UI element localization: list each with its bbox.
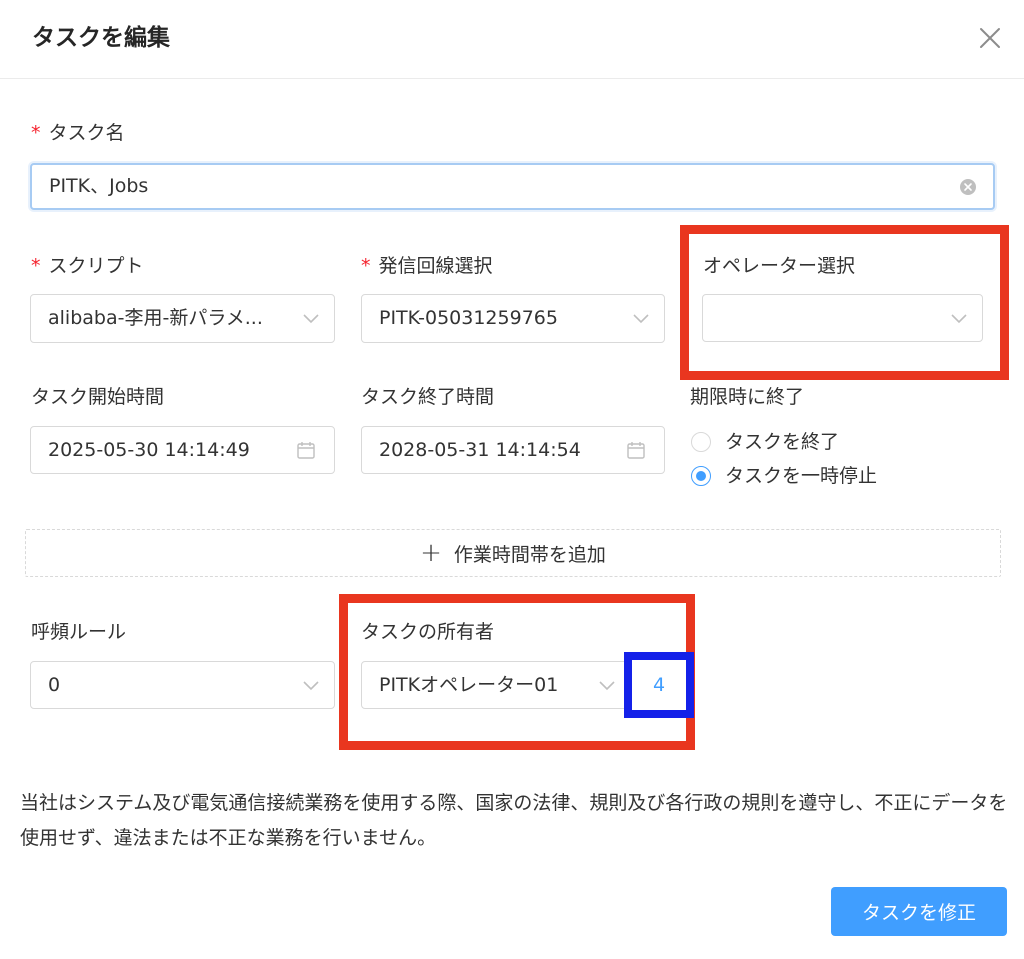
- submit-button[interactable]: タスクを修正: [831, 887, 1007, 936]
- add-work-period-label: 作業時間帯を追加: [453, 543, 606, 566]
- operator-select-label: オペレーター選択: [703, 255, 856, 277]
- radio-option-pause-task[interactable]: タスクを一時停止: [691, 462, 877, 490]
- script-value: alibaba-李用-新パラメ...: [48, 307, 263, 329]
- end-time-label: タスク終了時間: [361, 386, 495, 408]
- call-frequency-select[interactable]: 0: [30, 661, 335, 709]
- dialog-title: タスクを編集: [32, 25, 170, 51]
- task-name-input[interactable]: PITK、Jobs: [30, 163, 995, 210]
- calendar-icon: [297, 442, 315, 459]
- end-time-picker[interactable]: 2028-05-31 14:14:54: [361, 426, 665, 474]
- owner-count-badge: 4: [652, 674, 666, 696]
- task-owner-label: タスクの所有者: [361, 621, 495, 643]
- end-time-value: 2028-05-31 14:14:54: [379, 439, 581, 461]
- task-name-label-text: タスク名: [48, 122, 125, 144]
- required-mark: *: [31, 122, 41, 144]
- plus-icon: +: [420, 538, 442, 568]
- start-time-label: タスク開始時間: [31, 386, 165, 408]
- chevron-down-icon: [633, 314, 649, 324]
- radio-button[interactable]: [691, 432, 711, 452]
- task-name-value: PITK、Jobs: [49, 175, 149, 197]
- radio-option-label: タスクを一時停止: [725, 465, 878, 487]
- calendar-icon: [627, 442, 645, 459]
- line-select-value: PITK-05031259765: [379, 307, 558, 329]
- task-owner-value: PITKオペレーター01: [379, 674, 559, 696]
- script-label: * スクリプト: [31, 252, 144, 280]
- chevron-down-icon: [951, 314, 967, 324]
- call-frequency-value: 0: [48, 674, 61, 696]
- start-time-value: 2025-05-30 14:14:49: [48, 439, 250, 461]
- script-label-text: スクリプト: [48, 255, 144, 277]
- operator-select[interactable]: [702, 294, 983, 342]
- add-work-period-button[interactable]: + 作業時間帯を追加: [25, 529, 1001, 577]
- clear-icon[interactable]: [959, 178, 977, 196]
- line-select[interactable]: PITK-05031259765: [361, 294, 665, 343]
- line-select-label-text: 発信回線選択: [378, 255, 493, 277]
- chevron-down-icon: [303, 314, 319, 324]
- task-name-label: * タスク名: [31, 119, 125, 147]
- radio-button[interactable]: [691, 466, 711, 486]
- call-frequency-label: 呼頻ルール: [31, 621, 127, 643]
- chevron-down-icon: [303, 681, 319, 691]
- script-select[interactable]: alibaba-李用-新パラメ...: [30, 294, 335, 343]
- close-icon[interactable]: [976, 24, 1004, 52]
- required-mark: *: [361, 255, 371, 277]
- start-time-picker[interactable]: 2025-05-30 14:14:49: [30, 426, 335, 474]
- required-mark: *: [31, 255, 41, 277]
- task-owner-select[interactable]: PITKオペレーター01: [361, 661, 631, 709]
- radio-option-end-task[interactable]: タスクを終了: [691, 428, 839, 456]
- line-select-label: * 発信回線選択: [361, 252, 493, 280]
- legal-notice: 当社はシステム及び電気通信接続業務を使用する際、国家の法律、規則及び各行政の規則…: [20, 792, 1008, 849]
- chevron-down-icon: [599, 681, 615, 691]
- on-expire-label: 期限時に終了: [690, 386, 805, 408]
- radio-option-label: タスクを終了: [725, 431, 840, 453]
- header-divider: [0, 78, 1024, 79]
